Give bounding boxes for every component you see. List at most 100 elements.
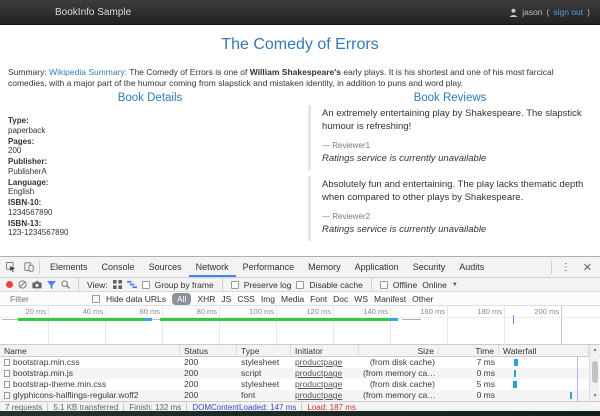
book-details-heading: Book Details	[0, 92, 300, 104]
request-initiator-link[interactable]: productpage	[295, 368, 342, 378]
offline-label[interactable]: Offline	[393, 280, 417, 290]
capture-screenshots-icon[interactable]	[32, 281, 42, 289]
tab-elements[interactable]: Elements	[43, 257, 95, 277]
search-icon[interactable]	[61, 280, 70, 289]
review-blockquote: Absolutely fun and entertaining. The pla…	[308, 176, 590, 241]
request-status: 200	[180, 368, 237, 379]
detail-value: PublisherA	[8, 167, 69, 177]
network-overview-timeline[interactable]: 20 ms 40 ms 60 ms 80 ms 100 ms 120 ms 14…	[0, 306, 600, 345]
filter-type-img[interactable]: Img	[261, 294, 275, 304]
view-large-rows-icon[interactable]	[113, 280, 122, 289]
tab-application[interactable]: Application	[348, 257, 406, 277]
filter-icon[interactable]	[47, 281, 56, 289]
tab-memory[interactable]: Memory	[301, 257, 348, 277]
device-toolbar-icon[interactable]	[21, 260, 36, 275]
devtools-close-icon[interactable]: ✕	[577, 261, 598, 274]
divider	[371, 278, 372, 291]
group-by-frame-label[interactable]: Group by frame	[155, 280, 214, 290]
ruler-tick: 80 ms	[177, 307, 217, 316]
group-by-frame-checkbox[interactable]	[142, 281, 150, 289]
scroll-down-icon[interactable]: ▼	[590, 393, 600, 399]
tab-performance[interactable]: Performance	[236, 257, 302, 277]
filter-type-other[interactable]: Other	[412, 294, 433, 304]
waterfall-bar	[514, 359, 518, 366]
column-header-time[interactable]: Time	[439, 345, 499, 357]
ruler-tick: 120 ms	[291, 307, 331, 316]
disable-cache-label[interactable]: Disable cache	[309, 280, 362, 290]
tab-audits[interactable]: Audits	[452, 257, 491, 277]
file-icon	[4, 359, 10, 366]
ruler-tick: 200 ms	[519, 307, 559, 316]
tab-console[interactable]: Console	[95, 257, 142, 277]
filter-type-css[interactable]: CSS	[237, 294, 254, 304]
dcl-event-line	[513, 315, 514, 324]
username: jason	[522, 7, 542, 17]
request-initiator-link[interactable]: productpage	[295, 390, 342, 400]
sign-out-link[interactable]: sign out	[553, 7, 583, 17]
hide-data-urls-label[interactable]: Hide data URLs	[106, 294, 166, 304]
filter-type-ws[interactable]: WS	[354, 294, 368, 304]
inspect-element-icon[interactable]	[3, 260, 18, 275]
request-initiator-link[interactable]: productpage	[295, 357, 342, 367]
chevron-down-icon: ▼	[452, 282, 458, 288]
wikipedia-summary-link[interactable]: Wikipedia Summary:	[49, 67, 127, 77]
ruler-tick: 180 ms	[462, 307, 502, 316]
tab-security[interactable]: Security	[406, 257, 453, 277]
divider	[222, 278, 223, 291]
filter-type-font[interactable]: Font	[310, 294, 327, 304]
request-time: 0 ms	[439, 368, 499, 379]
view-label: View:	[87, 280, 108, 290]
column-header-waterfall[interactable]: Waterfall	[499, 345, 589, 357]
scroll-up-icon[interactable]: ▲	[590, 347, 600, 353]
filter-type-manifest[interactable]: Manifest	[374, 294, 406, 304]
column-header-type[interactable]: Type	[237, 345, 291, 357]
request-type: stylesheet	[237, 379, 291, 390]
table-row[interactable]: glyphicons-halflings-regular.woff2 200 f…	[0, 390, 600, 401]
filter-type-xhr[interactable]: XHR	[197, 294, 215, 304]
detail-label: ISBN-10:	[8, 198, 69, 208]
tab-sources[interactable]: Sources	[142, 257, 189, 277]
table-row[interactable]: bootstrap.min.css 200 stylesheet product…	[0, 357, 600, 368]
divider	[47, 403, 48, 411]
book-reviews-heading: Book Reviews	[300, 92, 600, 104]
brand-title[interactable]: BookInfo Sample	[55, 7, 131, 18]
throttling-select[interactable]: Online	[422, 280, 447, 290]
preserve-log-checkbox[interactable]	[231, 281, 239, 289]
request-status: 200	[180, 390, 237, 401]
filter-type-all[interactable]: All	[172, 293, 191, 305]
tab-network[interactable]: Network	[189, 257, 236, 277]
filter-type-media[interactable]: Media	[281, 294, 304, 304]
screen: BookInfo Sample jason ( sign out ) The C…	[0, 0, 600, 416]
clear-icon[interactable]	[18, 280, 27, 289]
table-row[interactable]: bootstrap-theme.min.css 200 stylesheet p…	[0, 379, 600, 390]
dcl-event-line	[577, 357, 578, 401]
filter-input[interactable]	[8, 293, 86, 305]
book-summary: Summary: Wikipedia Summary: The Comedy o…	[8, 67, 594, 89]
preserve-log-label[interactable]: Preserve log	[244, 280, 292, 290]
disable-cache-checkbox[interactable]	[296, 281, 304, 289]
column-header-initiator[interactable]: Initiator	[291, 345, 359, 357]
column-header-name[interactable]: Name	[0, 345, 180, 357]
filter-type-js[interactable]: JS	[221, 294, 231, 304]
overview-bar-green	[18, 318, 144, 321]
devtools-menu-icon[interactable]: ⋮	[555, 262, 577, 273]
request-initiator-link[interactable]: productpage	[295, 379, 342, 389]
scrollbar-thumb[interactable]	[592, 361, 598, 383]
detail-value: 1234567890	[8, 208, 69, 218]
view-waterfall-icon[interactable]	[127, 280, 137, 289]
top-navbar: BookInfo Sample jason ( sign out )	[0, 0, 600, 25]
table-row[interactable]: bootstrap.min.js 200 script productpage …	[0, 368, 600, 379]
overview-bar-gray	[2, 319, 18, 320]
detail-label: Pages:	[8, 137, 69, 147]
review-author: — Reviewer2	[322, 212, 590, 221]
ruler-tick: 140 ms	[348, 307, 388, 316]
filter-type-doc[interactable]: Doc	[333, 294, 348, 304]
record-button[interactable]	[6, 281, 13, 288]
table-scrollbar[interactable]: ▲ ▼	[589, 345, 599, 401]
hide-data-urls-checkbox[interactable]	[92, 295, 100, 303]
column-header-size[interactable]: Size	[359, 345, 439, 357]
column-header-status[interactable]: Status	[180, 345, 237, 357]
overview-bar-gray	[152, 319, 160, 320]
offline-checkbox[interactable]	[380, 281, 388, 289]
waterfall-bar	[513, 381, 517, 388]
